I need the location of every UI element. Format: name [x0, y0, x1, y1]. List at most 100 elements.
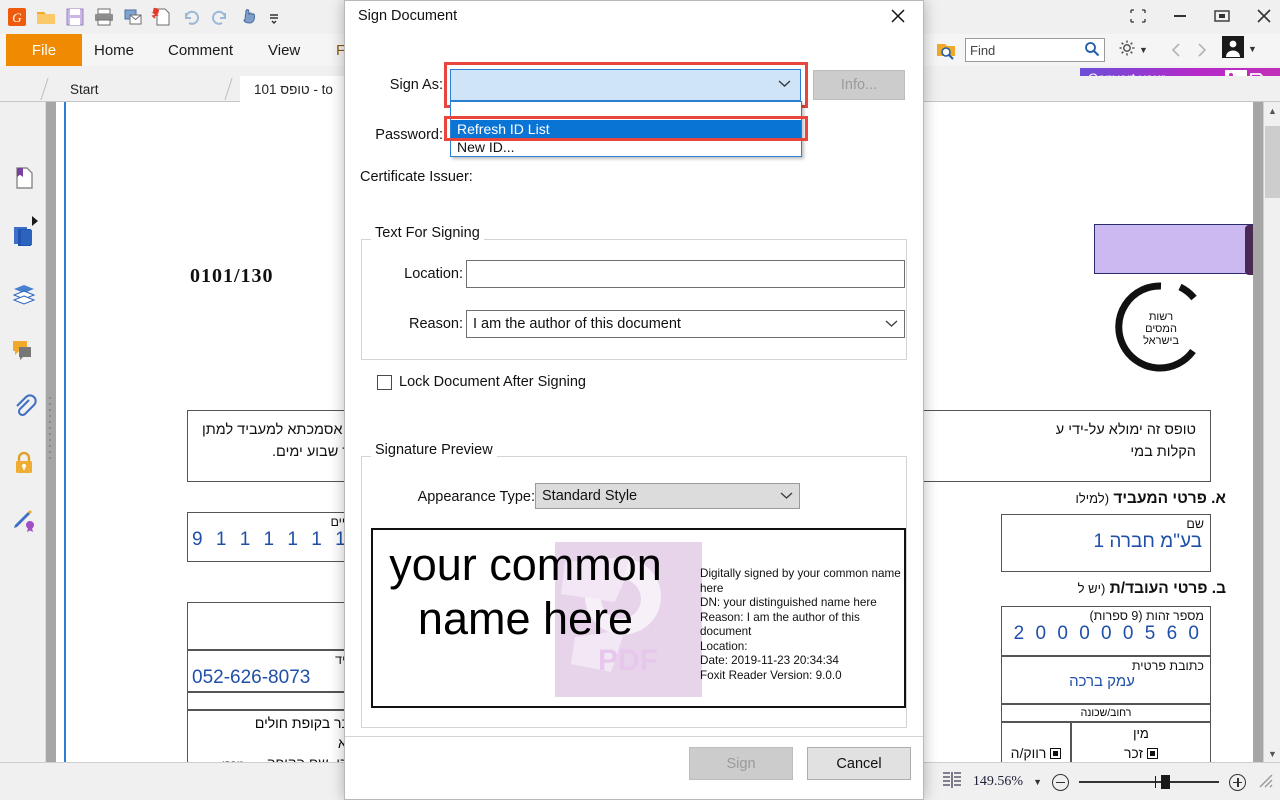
- svg-text:המסים: המסים: [1145, 323, 1177, 335]
- page-thumbnails-icon[interactable]: [11, 223, 37, 249]
- digital-signatures-icon[interactable]: [11, 507, 37, 533]
- certificate-issuer-label: Certificate Issuer:: [360, 169, 473, 185]
- pdf-note-right-line2: הקלות במי: [1130, 444, 1196, 460]
- maximize-icon[interactable]: [1212, 6, 1232, 26]
- zoom-controls: 149.56% ▼: [941, 763, 1274, 800]
- close-icon[interactable]: [881, 3, 915, 29]
- email-icon[interactable]: [122, 6, 144, 28]
- appearance-type-combobox[interactable]: Standard Style: [535, 483, 800, 509]
- signature-details: Digitally signed by your common name her…: [700, 567, 904, 683]
- folder-search-icon[interactable]: [934, 38, 958, 62]
- restore-layout-icon[interactable]: [1128, 6, 1148, 26]
- reason-label: Reason:: [408, 316, 463, 332]
- text-for-signing-group-title: Text For Signing: [371, 225, 484, 241]
- cancel-button[interactable]: Cancel: [807, 747, 911, 780]
- zoom-in-icon[interactable]: [1229, 773, 1246, 791]
- hand-tool-icon[interactable]: [238, 6, 260, 28]
- scroll-up-icon[interactable]: ▲: [1264, 102, 1280, 119]
- signature-detail-4: Location:: [700, 639, 748, 653]
- location-input[interactable]: [466, 260, 905, 288]
- svg-text:בישראל: בישראל: [1143, 334, 1179, 347]
- document-vertical-scrollbar[interactable]: ▲ ▼: [1263, 102, 1280, 762]
- print-icon[interactable]: [93, 6, 115, 28]
- text-for-signing-group: [361, 239, 907, 360]
- pdf-field-private-address-label: כתובת פרטית: [1131, 659, 1204, 673]
- pdf-field-employer-name-label: שם: [1186, 517, 1204, 531]
- layers-icon[interactable]: [11, 281, 37, 307]
- lock-document-checkbox[interactable]: [377, 374, 392, 390]
- window-controls: [1128, 2, 1274, 30]
- pdf-field-id-number-label: מספר זהות (9 ספרות): [1089, 609, 1204, 623]
- tab-view-label: View: [268, 41, 301, 59]
- reason-combobox[interactable]: I am the author of this document: [466, 310, 905, 338]
- pdf-section-b-heading: ב. פרטי העובד/ת (יש ל: [1026, 580, 1226, 598]
- save-icon[interactable]: [64, 6, 86, 28]
- search-input[interactable]: Find: [965, 38, 1105, 62]
- tab-view[interactable]: View: [268, 34, 300, 66]
- pdf-note-right-line1: טופס זה ימולא על-ידי ע: [1055, 422, 1196, 438]
- signature-detail-6: Foxit Reader Version: 9.0.0: [700, 668, 842, 682]
- sign-as-label: Sign As:: [389, 77, 443, 93]
- appearance-type-value: Standard Style: [542, 488, 638, 504]
- scroll-down-icon[interactable]: ▼: [1264, 745, 1280, 762]
- gear-icon[interactable]: [1118, 39, 1136, 62]
- pdf-form-number: 0101/130: [190, 265, 274, 287]
- new-from-file-icon[interactable]: [151, 6, 173, 28]
- more-commands-icon[interactable]: [267, 6, 281, 28]
- prev-arrow-icon[interactable]: [1168, 40, 1186, 60]
- doctab-start-label: Start: [70, 81, 99, 97]
- search-input-placeholder: Find: [970, 42, 996, 58]
- pdf-field-id-number-value: 2 0 0 0 0 0 5 6 0: [1013, 623, 1202, 644]
- resize-grip-icon[interactable]: [1256, 771, 1274, 794]
- pdf-section-b-title: ב. פרטי העובד/ת: [1109, 580, 1226, 597]
- zoom-slider[interactable]: [1079, 775, 1219, 789]
- splitter-grip-icon[interactable]: [49, 395, 53, 465]
- pdf-field-employer-name: שם בע"מ חברה 1: [1001, 514, 1211, 572]
- pdf-field-gender: מין זכר נקבה: [1071, 722, 1211, 762]
- selected-option-highlight: [444, 116, 808, 141]
- doctab-start[interactable]: Start: [56, 76, 226, 102]
- pdf-field-gender-label: מין: [1133, 726, 1149, 741]
- tab-file[interactable]: File: [6, 34, 82, 66]
- comments-icon[interactable]: [11, 337, 37, 363]
- open-folder-icon[interactable]: [35, 6, 57, 28]
- scrollbar-thumb[interactable]: [1265, 126, 1280, 198]
- lock-document-label: Lock Document After Signing: [399, 374, 586, 390]
- chevron-down-icon[interactable]: ▼: [1033, 777, 1042, 787]
- chevron-down-icon[interactable]: [885, 316, 898, 332]
- chevron-down-icon[interactable]: ▼: [1139, 45, 1148, 55]
- pdf-note-line1: וה אסמכתא למעביד למתן: [202, 422, 360, 438]
- settings-button[interactable]: ▼: [1118, 38, 1154, 62]
- attachments-icon[interactable]: [11, 393, 37, 419]
- sign-button[interactable]: Sign: [689, 747, 793, 780]
- tab-comment[interactable]: Comment: [168, 34, 233, 66]
- tab-home[interactable]: Home: [94, 34, 134, 66]
- signature-preview-box: PDF your common name here Digitally sign…: [371, 528, 906, 708]
- pdf-section-a-heading: א. פרטי המעביד (למילו: [1026, 490, 1227, 508]
- lock-document-checkbox-row[interactable]: Lock Document After Signing: [377, 374, 586, 390]
- foxit-logo-icon[interactable]: G: [6, 6, 28, 28]
- minimize-icon[interactable]: [1170, 6, 1190, 26]
- dropdown-option-new-id-label: New ID...: [457, 139, 515, 155]
- info-button[interactable]: Info...: [813, 70, 905, 100]
- account-button[interactable]: ▼: [1222, 35, 1268, 63]
- pdf-field-street-label: רחוב/שכונה: [1080, 707, 1132, 719]
- signature-detail-5: Date: 2019-11-23 20:34:34: [700, 654, 839, 667]
- chevron-down-icon[interactable]: [780, 488, 793, 504]
- bookmarks-icon[interactable]: [11, 165, 37, 191]
- fit-page-icon[interactable]: [941, 770, 963, 795]
- close-icon[interactable]: [1254, 6, 1274, 26]
- reason-value: I am the author of this document: [473, 316, 681, 332]
- search-icon[interactable]: [1084, 41, 1100, 60]
- checkbox-male[interactable]: [1147, 748, 1159, 759]
- zoom-slider-thumb[interactable]: [1161, 775, 1170, 789]
- dialog-title: Sign Document: [358, 8, 458, 24]
- checkbox-single[interactable]: [1050, 748, 1062, 759]
- tab-comment-label: Comment: [168, 41, 234, 59]
- next-arrow-icon[interactable]: [1192, 40, 1210, 60]
- chevron-down-icon[interactable]: ▼: [1248, 44, 1257, 54]
- security-icon[interactable]: [11, 450, 37, 476]
- dialog-title-bar[interactable]: Sign Document: [345, 1, 923, 31]
- zoom-out-icon[interactable]: [1052, 773, 1069, 791]
- account-icon[interactable]: [1222, 35, 1244, 63]
